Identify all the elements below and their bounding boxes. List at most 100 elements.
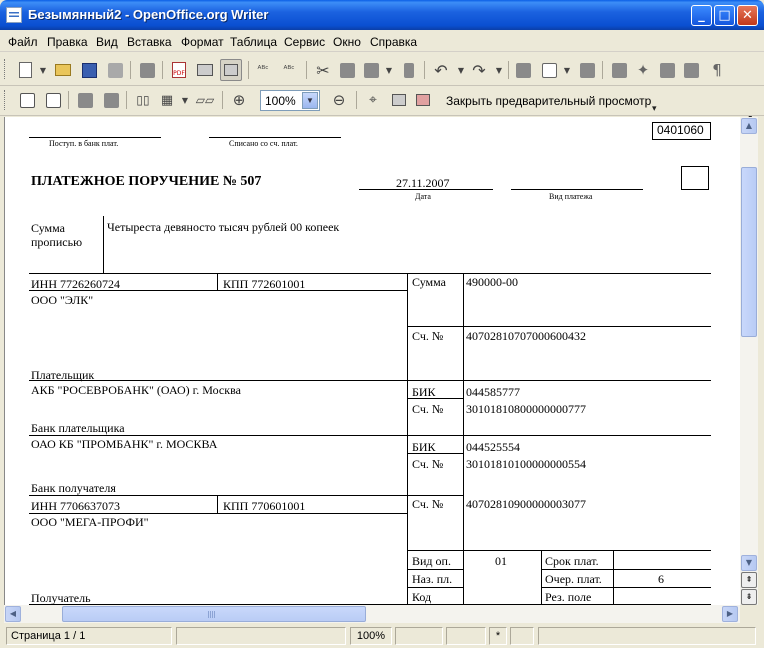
print-icon[interactable]: [196, 61, 214, 79]
paste-dropdown-icon[interactable]: ▼: [380, 61, 398, 79]
maximize-button[interactable]: □: [714, 5, 735, 26]
zoom-combobox[interactable]: 100% ▼: [260, 90, 320, 111]
menu-insert[interactable]: Вставка: [127, 35, 172, 49]
next-page-icon[interactable]: [44, 91, 62, 109]
amount-words-value: Четыреста девяносто тысяч рублей 00 копе…: [107, 220, 340, 234]
scroll-up-icon[interactable]: ▲: [741, 118, 757, 134]
multiple-pages-icon[interactable]: ▦: [158, 91, 176, 109]
menu-file[interactable]: Файл: [8, 35, 38, 49]
menu-help[interactable]: Справка: [370, 35, 417, 49]
cut-icon[interactable]: ✂: [314, 61, 332, 80]
menu-tools[interactable]: Сервис: [284, 35, 325, 49]
toolbar-grip[interactable]: [4, 90, 7, 110]
menu-view[interactable]: Вид: [96, 35, 118, 49]
zoom-indicator[interactable]: 100%: [350, 627, 392, 645]
nonprinting-characters-icon[interactable]: ¶: [708, 61, 726, 79]
redo-icon[interactable]: ↷: [470, 61, 488, 80]
next-page-nav-icon[interactable]: ⇟: [741, 589, 757, 605]
save-disk-icon[interactable]: [80, 61, 98, 79]
chevron-down-icon[interactable]: ▼: [302, 92, 318, 109]
menu-edit[interactable]: Правка: [47, 35, 88, 49]
spellcheck-icon[interactable]: ᴬᴮᶜ: [254, 61, 272, 79]
toolbar-grip[interactable]: [4, 59, 7, 79]
hyperlink-icon[interactable]: [514, 61, 532, 79]
zoom-value: 100%: [265, 94, 296, 108]
undo-icon[interactable]: ↶: [432, 61, 450, 80]
show-draw-functions-icon[interactable]: [578, 61, 596, 79]
horizontal-scrollbar[interactable]: ◀ ▶: [4, 605, 740, 623]
document-end-icon[interactable]: [102, 91, 120, 109]
selection-mode-cell[interactable]: [446, 627, 486, 645]
book-preview-icon[interactable]: ▱▱: [196, 91, 214, 109]
navigator-icon[interactable]: ✦: [634, 61, 652, 79]
menu-format[interactable]: Формат: [181, 35, 224, 49]
redo-dropdown-icon[interactable]: ▼: [490, 61, 508, 79]
payer-account: 40702810707000600432: [466, 329, 586, 343]
table-icon[interactable]: [540, 61, 558, 79]
data-sources-icon[interactable]: [682, 61, 700, 79]
menu-table[interactable]: Таблица: [230, 35, 277, 49]
menu-window[interactable]: Окно: [333, 35, 361, 49]
close-button[interactable]: ✕: [737, 5, 758, 26]
scroll-down-icon[interactable]: ▼: [741, 555, 757, 571]
full-screen-icon[interactable]: ⌖: [364, 91, 382, 109]
page-indicator[interactable]: Страница 1 / 1: [6, 627, 172, 645]
menu-bar: Файл Правка Вид Вставка Формат Таблица С…: [0, 30, 764, 52]
horizontal-scroll-thumb[interactable]: [62, 606, 366, 622]
purpose-code-label: Наз. пл.: [412, 572, 453, 586]
previous-page-icon[interactable]: [18, 91, 36, 109]
title-bar: Безымянный2 - OpenOffice.org Writer _ □ …: [0, 0, 764, 30]
email-icon[interactable]: [106, 61, 124, 79]
copy-icon[interactable]: [338, 61, 356, 79]
payee-account: 40702810900000003077: [466, 497, 586, 511]
format-paintbrush-icon[interactable]: [400, 61, 418, 79]
priority-label: Очер. плат.: [545, 572, 602, 586]
zoom-in-icon[interactable]: ⊕: [230, 91, 248, 109]
okud-code: 0401060: [657, 123, 704, 137]
print-page-view-icon[interactable]: [414, 91, 432, 109]
document-page[interactable]: Поступ. в банк плат. Списано со сч. плат…: [4, 117, 740, 605]
close-preview-button[interactable]: Закрыть предварительный просмотр: [446, 94, 651, 108]
insert-mode-cell[interactable]: [395, 627, 443, 645]
vertical-scroll-thumb[interactable]: [741, 167, 757, 337]
amount-words-label-2: прописью: [31, 235, 83, 249]
standard-toolbar: ▼ PDF ᴬᴮᶜ ᴬᴮᶜ ✂ ▼ ↶ ▼ ↷ ▼ ▼ ✦ ¶ ▴▾: [0, 53, 764, 131]
new-dropdown-icon[interactable]: ▼: [34, 61, 52, 79]
two-pages-icon[interactable]: ▯▯: [134, 91, 152, 109]
digital-signature-cell[interactable]: [510, 627, 534, 645]
autospellcheck-icon[interactable]: ᴬᴮᶜ: [280, 61, 298, 79]
writer-app-icon[interactable]: [6, 7, 22, 23]
paste-icon[interactable]: [362, 61, 380, 79]
payer-bank-bik-label: БИК: [412, 385, 436, 399]
payee-inn: ИНН 7706637073: [31, 499, 120, 513]
export-pdf-icon[interactable]: PDF: [170, 61, 188, 79]
modified-indicator: *: [489, 627, 507, 645]
edit-file-icon[interactable]: [138, 61, 156, 79]
payer-name: ООО "ЭЛК": [31, 293, 94, 307]
scroll-left-icon[interactable]: ◀: [5, 606, 21, 622]
previous-page-nav-icon[interactable]: ⇞: [741, 572, 757, 588]
toolbar2-overflow-icon[interactable]: ▾: [652, 104, 657, 114]
document-begin-icon[interactable]: [76, 91, 94, 109]
find-replace-icon[interactable]: [610, 61, 628, 79]
term-label: Срок плат.: [545, 554, 599, 568]
table-dropdown-icon[interactable]: ▼: [558, 61, 576, 79]
payer-account-label: Сч. №: [412, 329, 444, 343]
vertical-scrollbar[interactable]: ▲ ▼ ⇞ ⇟: [740, 117, 758, 605]
code-label: Код: [412, 590, 432, 604]
payee-bank-bik-label: БИК: [412, 440, 436, 454]
page-style-cell[interactable]: [176, 627, 346, 645]
zoom-out-icon[interactable]: ⊖: [330, 91, 348, 109]
scroll-right-icon[interactable]: ▶: [722, 606, 738, 622]
multiple-pages-dropdown-icon[interactable]: ▼: [176, 91, 194, 109]
page-preview-icon[interactable]: [220, 59, 242, 81]
payee-label: Получатель: [31, 591, 91, 605]
payee-bank-account: 30101810100000000554: [466, 457, 586, 471]
new-document-icon[interactable]: [16, 61, 34, 79]
minimize-button[interactable]: _: [691, 5, 712, 26]
payer-bank-label: Банк плательщика: [31, 421, 125, 435]
print-options-icon[interactable]: [390, 91, 408, 109]
open-folder-icon[interactable]: [54, 61, 72, 79]
undo-dropdown-icon[interactable]: ▼: [452, 61, 470, 79]
gallery-icon[interactable]: [658, 61, 676, 79]
